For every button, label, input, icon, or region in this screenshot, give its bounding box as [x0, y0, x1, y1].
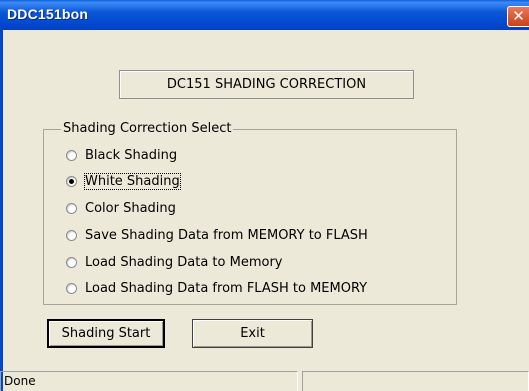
radio-white-shading[interactable]: White Shading [66, 171, 181, 191]
title-bar[interactable]: DDC151bon ✕ [0, 0, 529, 30]
radio-button[interactable] [66, 256, 77, 268]
status-panel-secondary [302, 371, 529, 391]
radio-save-to-flash[interactable]: Save Shading Data from MEMORY to FLASH [66, 225, 368, 245]
status-text: Done [0, 371, 298, 391]
close-button[interactable]: ✕ [507, 6, 529, 27]
group-label: Shading Correction Select [61, 121, 234, 136]
radio-button-selected[interactable] [66, 175, 77, 187]
radio-label: Load Shading Data from FLASH to MEMORY [85, 280, 368, 296]
radio-black-shading[interactable]: Black Shading [66, 145, 177, 165]
exit-button[interactable]: Exit [192, 319, 313, 348]
radio-label: Load Shading Data to Memory [85, 254, 283, 270]
radio-button[interactable] [66, 282, 77, 294]
radio-label: Color Shading [85, 200, 176, 216]
radio-label: Save Shading Data from MEMORY to FLASH [85, 227, 368, 243]
radio-label: Black Shading [85, 147, 178, 163]
page-title: DC151 SHADING CORRECTION [119, 70, 414, 99]
radio-load-from-flash[interactable]: Load Shading Data from FLASH to MEMORY [66, 278, 367, 298]
close-icon: ✕ [512, 7, 525, 25]
radio-button[interactable] [66, 229, 77, 241]
radio-button[interactable] [66, 202, 77, 214]
window-frame [0, 30, 3, 391]
radio-button[interactable] [66, 149, 77, 161]
radio-color-shading[interactable]: Color Shading [66, 198, 176, 218]
shading-start-button[interactable]: Shading Start [47, 319, 165, 348]
window-title: DDC151bon [7, 6, 89, 22]
radio-label: White Shading [84, 172, 181, 190]
status-bar: Done [0, 369, 529, 391]
radio-load-to-memory[interactable]: Load Shading Data to Memory [66, 252, 283, 272]
